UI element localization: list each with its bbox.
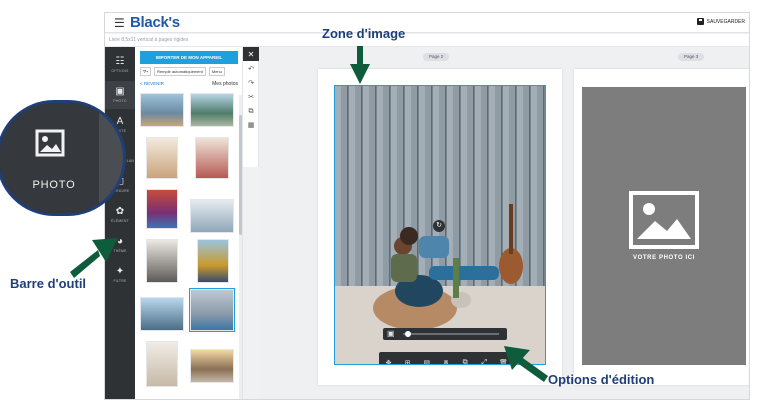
screenshot-stage: ☰ Black's SAUVEGARDER Livre 8,5x11 verti… [0,0,776,410]
arrow-toolbar-shaft [70,250,100,278]
arrow-down-head [350,64,370,84]
annotation-arrows [70,46,548,382]
